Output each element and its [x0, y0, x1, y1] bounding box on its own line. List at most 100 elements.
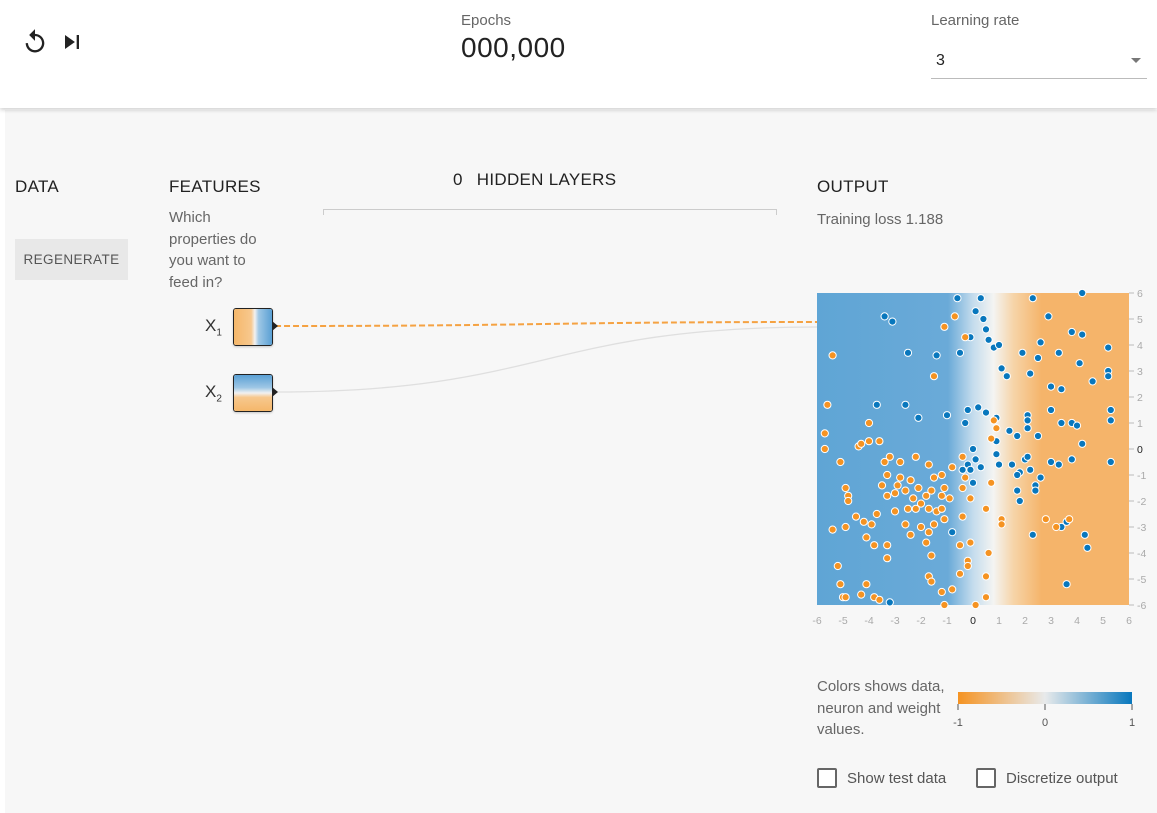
- data-point-orange: [862, 533, 871, 542]
- data-point-orange: [901, 486, 910, 495]
- data-point-blue: [1028, 294, 1037, 303]
- data-point-orange: [940, 483, 949, 493]
- data-point-blue: [1036, 338, 1045, 347]
- epochs-label: Epochs: [461, 12, 512, 29]
- data-point-orange: [992, 424, 1001, 433]
- data-point-orange: [940, 322, 949, 331]
- dropdown-caret-icon: [1131, 58, 1141, 63]
- data-point-blue: [966, 465, 975, 474]
- y-tick-label: 6: [1137, 288, 1143, 300]
- data-point-blue: [994, 460, 1004, 469]
- data-point-orange: [997, 520, 1006, 529]
- data-point-blue: [1054, 348, 1063, 357]
- data-point-orange: [864, 418, 874, 428]
- data-point-orange: [924, 460, 933, 469]
- data-point-orange: [883, 470, 892, 480]
- discretize-output-box[interactable]: [976, 768, 996, 788]
- data-point-orange: [851, 512, 861, 521]
- data-point-blue: [971, 307, 980, 316]
- data-point-orange: [841, 593, 850, 602]
- data-point-blue: [1075, 359, 1084, 368]
- data-point-blue: [1013, 470, 1022, 480]
- data-point-blue: [1072, 421, 1082, 430]
- feature-x1-node[interactable]: [233, 308, 273, 346]
- data-point-orange: [937, 504, 946, 513]
- reset-icon: [25, 29, 45, 53]
- data-point-orange: [961, 333, 970, 342]
- data-point-blue: [1026, 369, 1035, 378]
- data-point-orange: [903, 504, 913, 513]
- data-point-orange: [948, 585, 957, 594]
- data-point-orange: [885, 452, 894, 461]
- data-point-orange: [901, 520, 910, 529]
- step-button[interactable]: [58, 28, 86, 56]
- learning-rate-select[interactable]: 3: [931, 44, 1147, 79]
- top-controls-bar: Epochs 000,000 Learning rate 3: [0, 0, 1157, 108]
- reset-button[interactable]: [21, 28, 49, 56]
- data-point-orange: [981, 593, 991, 602]
- data-point-blue: [1078, 330, 1087, 339]
- data-point-blue: [1002, 372, 1011, 381]
- data-point-blue: [1013, 486, 1022, 495]
- learning-rate-value: 3: [936, 52, 945, 69]
- hidden-layers-bracket: [323, 209, 777, 215]
- color-legend-bar: [958, 692, 1132, 704]
- features-description: Which properties do you want to feed in?: [169, 209, 257, 291]
- x-tick-label: -5: [838, 615, 847, 627]
- data-point-blue: [968, 478, 978, 487]
- hidden-layers-header: 0 HIDDEN LAYERS: [453, 170, 616, 190]
- data-point-orange: [927, 551, 936, 560]
- feature-x1-label: X1: [205, 316, 222, 339]
- data-point-orange: [927, 577, 936, 586]
- output-heatmap-chart: -6 -5 -4 -3 -2 -1 0 1 2 3 4 5 6 6 5 4 3 2 1 0 -1 -2 -3 -4 -5 -6: [812, 288, 1146, 627]
- feature-x2-node[interactable]: [233, 374, 273, 412]
- legend-tick-label: -1: [953, 717, 963, 729]
- data-point-blue: [1083, 543, 1092, 552]
- data-point-blue: [1046, 457, 1056, 467]
- data-point-blue: [1106, 457, 1115, 467]
- step-forward-icon: [65, 35, 79, 49]
- data-point-orange: [927, 486, 936, 495]
- data-point-orange: [906, 530, 915, 539]
- data-point-orange: [981, 572, 991, 581]
- data-point-orange: [989, 416, 998, 425]
- training-loss: Training loss 1.188: [817, 211, 944, 228]
- data-point-blue: [994, 340, 1004, 350]
- data-point-orange: [948, 463, 957, 472]
- data-point-blue: [953, 294, 962, 303]
- show-test-data-checkbox[interactable]: Show test data: [817, 768, 946, 788]
- data-point-blue: [1080, 530, 1089, 539]
- data-point-blue: [997, 364, 1006, 373]
- x-tick-label: -3: [890, 615, 899, 627]
- y-tick-label: 2: [1137, 392, 1143, 404]
- link-x1-output[interactable]: [274, 321, 818, 327]
- data-point-orange: [987, 434, 996, 443]
- data-point-orange: [929, 473, 939, 482]
- feature-x2-label: X2: [205, 382, 222, 405]
- data-point-orange: [877, 481, 887, 490]
- data-point-blue: [984, 335, 993, 344]
- data-point-blue: [1028, 530, 1037, 539]
- features-section-title: FEATURES: [169, 177, 261, 196]
- regenerate-button[interactable]: REGENERATE: [15, 239, 128, 280]
- data-point-orange: [924, 504, 933, 513]
- data-point-blue: [1031, 486, 1040, 495]
- y-tick-label: 0: [1137, 444, 1143, 456]
- data-point-blue: [1046, 405, 1056, 415]
- data-point-blue: [968, 444, 978, 454]
- hidden-layers-label: HIDDEN LAYERS: [476, 170, 617, 189]
- data-point-orange: [1052, 522, 1061, 532]
- y-tick-label: -2: [1137, 496, 1146, 508]
- discretize-output-checkbox[interactable]: Discretize output: [976, 768, 1118, 788]
- legend-tick-label: 0: [1042, 717, 1048, 729]
- data-point-orange: [872, 509, 881, 519]
- data-point-blue: [948, 528, 957, 537]
- data-point-orange: [987, 478, 996, 487]
- data-point-blue: [971, 455, 980, 464]
- hidden-layers-count: 0: [453, 170, 463, 189]
- link-x2-output[interactable]: [274, 326, 818, 393]
- y-tick-label: 5: [1137, 314, 1143, 326]
- show-test-data-box[interactable]: [817, 768, 837, 788]
- y-tick-label: -3: [1137, 522, 1146, 534]
- y-tick-label: 3: [1137, 366, 1143, 378]
